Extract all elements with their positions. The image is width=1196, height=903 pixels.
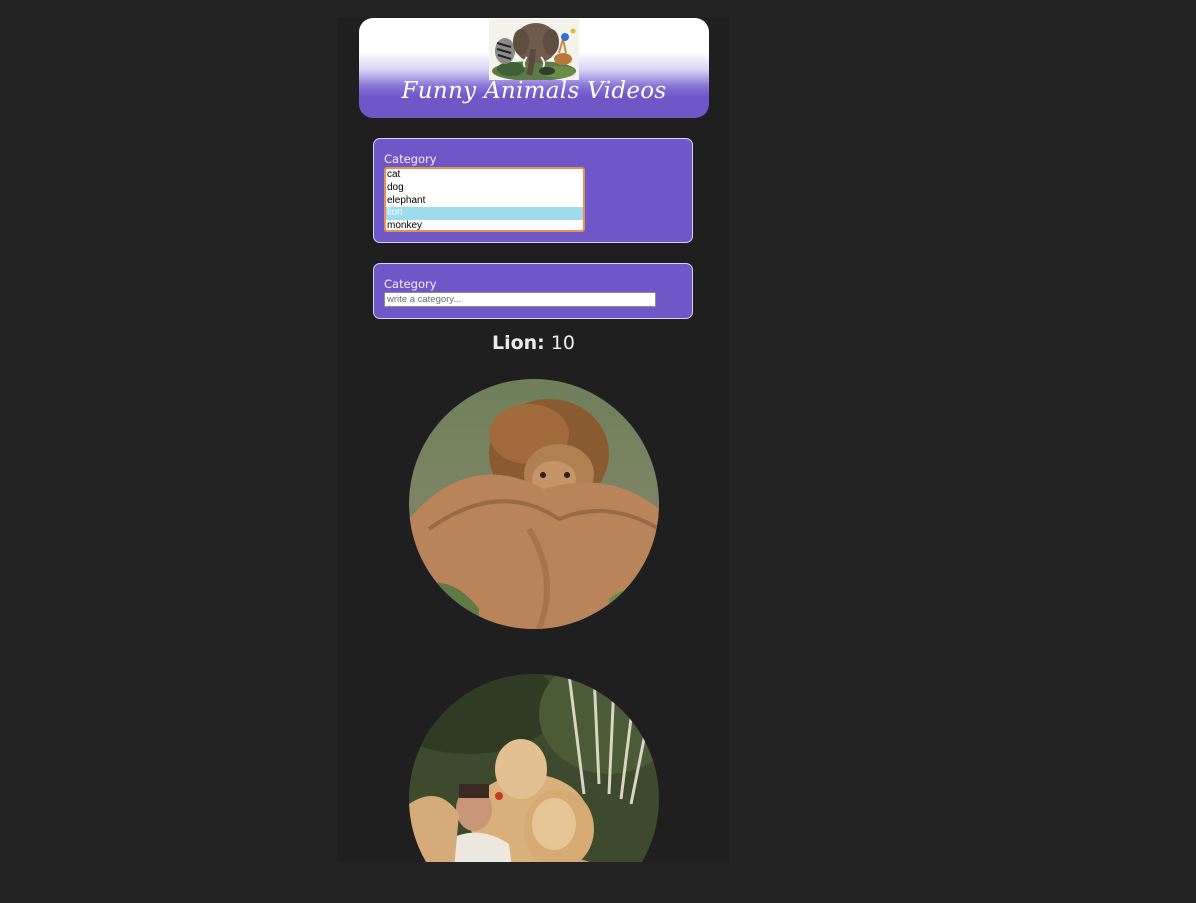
category-listbox[interactable]: cat dog elephant lion monkey <box>384 167 585 232</box>
result-animal-name: Lion: <box>491 332 545 354</box>
category-option-dog[interactable]: dog <box>386 182 583 195</box>
category-search-label: Category <box>384 277 437 291</box>
category-select-panel: Category cat dog elephant lion monkey <box>373 138 693 243</box>
category-search-input[interactable] <box>384 292 656 307</box>
lions-hugging-man-photo-icon <box>409 674 659 862</box>
video-thumbnail-lions-hugging[interactable] <box>409 674 659 862</box>
result-count: 10 <box>550 332 576 354</box>
category-select-label: Category <box>384 152 437 166</box>
site-header: Funny Animals Videos <box>359 18 709 118</box>
category-option-cat[interactable]: cat <box>386 169 583 182</box>
category-option-lion[interactable]: lion <box>386 207 583 221</box>
video-thumbnail-lion[interactable] <box>409 379 659 629</box>
category-option-elephant[interactable]: elephant <box>386 195 583 208</box>
lion-photo-icon <box>409 379 659 629</box>
category-option-monkey[interactable]: monkey <box>386 220 583 230</box>
site-title: Funny Animals Videos <box>401 78 667 104</box>
result-summary: Lion: 10 <box>338 332 729 354</box>
app-container: Funny Animals Videos Category cat dog el… <box>338 17 729 862</box>
animals-logo <box>489 19 579 80</box>
category-search-panel: Category <box>373 263 693 319</box>
